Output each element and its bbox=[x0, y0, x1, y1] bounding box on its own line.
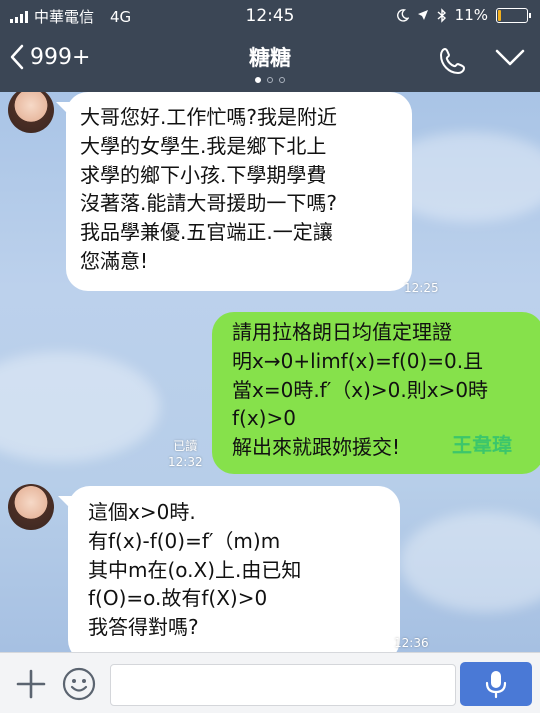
message-line: 求學的鄉下小孩.下學期學費 bbox=[80, 162, 327, 187]
message-time: 12:36 bbox=[394, 636, 429, 650]
chat-area[interactable]: 大哥您好.工作忙嗎?我是附近 大學的女學生.我是鄉下北上 求學的鄉下小孩.下學期… bbox=[0, 92, 540, 652]
chevron-down-icon bbox=[495, 49, 525, 66]
message-line: 請用拉格朗日均值定理證 bbox=[232, 320, 452, 344]
status-bar: 中華電信 4G 12:45 11% bbox=[0, 4, 540, 28]
menu-button[interactable] bbox=[495, 48, 525, 72]
message-bubble-incoming[interactable]: 這個x>0時. 有f(x)-f(0)=f′（m)m 其中m在(o.X)上.由已知… bbox=[58, 486, 400, 652]
message-line: 大哥您好.工作忙嗎?我是附近 bbox=[80, 105, 337, 129]
battery-fill bbox=[498, 9, 501, 21]
top-bar: 中華電信 4G 12:45 11% 999+ 糖糖 bbox=[0, 0, 540, 92]
message-line: 大學的女學生.我是鄉下北上 bbox=[80, 133, 327, 158]
message-input[interactable] bbox=[110, 664, 456, 706]
background-cloud bbox=[0, 352, 160, 462]
contact-avatar[interactable] bbox=[8, 92, 54, 133]
background-cloud bbox=[400, 512, 540, 612]
message-line: 有f(x)-f(0)=f′（m)m bbox=[88, 528, 281, 553]
message-line: 您滿意! bbox=[80, 248, 149, 273]
moon-icon bbox=[396, 8, 409, 22]
message-line: 當x=0時.f′（x)>0.則x>0時 bbox=[232, 377, 489, 402]
page-dot bbox=[279, 77, 285, 83]
message-line: 我品學兼優.五官端正.一定讓 bbox=[80, 220, 333, 245]
message-time: 12:32 bbox=[168, 455, 203, 470]
message-bubble-incoming[interactable]: 大哥您好.工作忙嗎?我是附近 大學的女學生.我是鄉下北上 求學的鄉下小孩.下學期… bbox=[56, 92, 412, 291]
read-label: 已讀 bbox=[173, 439, 198, 453]
sticker-button[interactable] bbox=[62, 667, 96, 705]
voice-button[interactable] bbox=[460, 662, 532, 706]
microphone-icon bbox=[485, 671, 507, 699]
page-dot bbox=[267, 77, 273, 83]
page-dot bbox=[255, 77, 261, 83]
message-line: 沒著落.能請大哥援助一下嗎? bbox=[80, 191, 337, 216]
message-line: 我答得對嗎? bbox=[88, 615, 199, 640]
message-line: 這個x>0時. bbox=[88, 500, 196, 524]
plus-icon bbox=[16, 669, 46, 699]
smiley-icon bbox=[62, 667, 96, 701]
message-line: 明x→0+limf(x)=f(0)=0.且 bbox=[232, 348, 484, 373]
battery-icon bbox=[496, 7, 531, 23]
location-icon bbox=[417, 10, 428, 20]
message-time: 12:25 bbox=[404, 281, 439, 295]
input-bar bbox=[0, 652, 540, 713]
read-receipt: 已讀 12:32 bbox=[168, 438, 203, 470]
add-button[interactable] bbox=[16, 669, 46, 703]
call-button[interactable] bbox=[438, 46, 468, 80]
bluetooth-icon bbox=[437, 7, 446, 23]
message-line: 其中m在(o.X)上.由已知 bbox=[88, 557, 302, 582]
battery-percent: 11% bbox=[454, 6, 488, 24]
phone-icon bbox=[440, 48, 465, 74]
watermark: 王韋瑋 bbox=[452, 433, 512, 457]
message-line: f(O)=o.故有f(X)>0 bbox=[88, 586, 268, 611]
contact-avatar[interactable] bbox=[8, 484, 54, 530]
